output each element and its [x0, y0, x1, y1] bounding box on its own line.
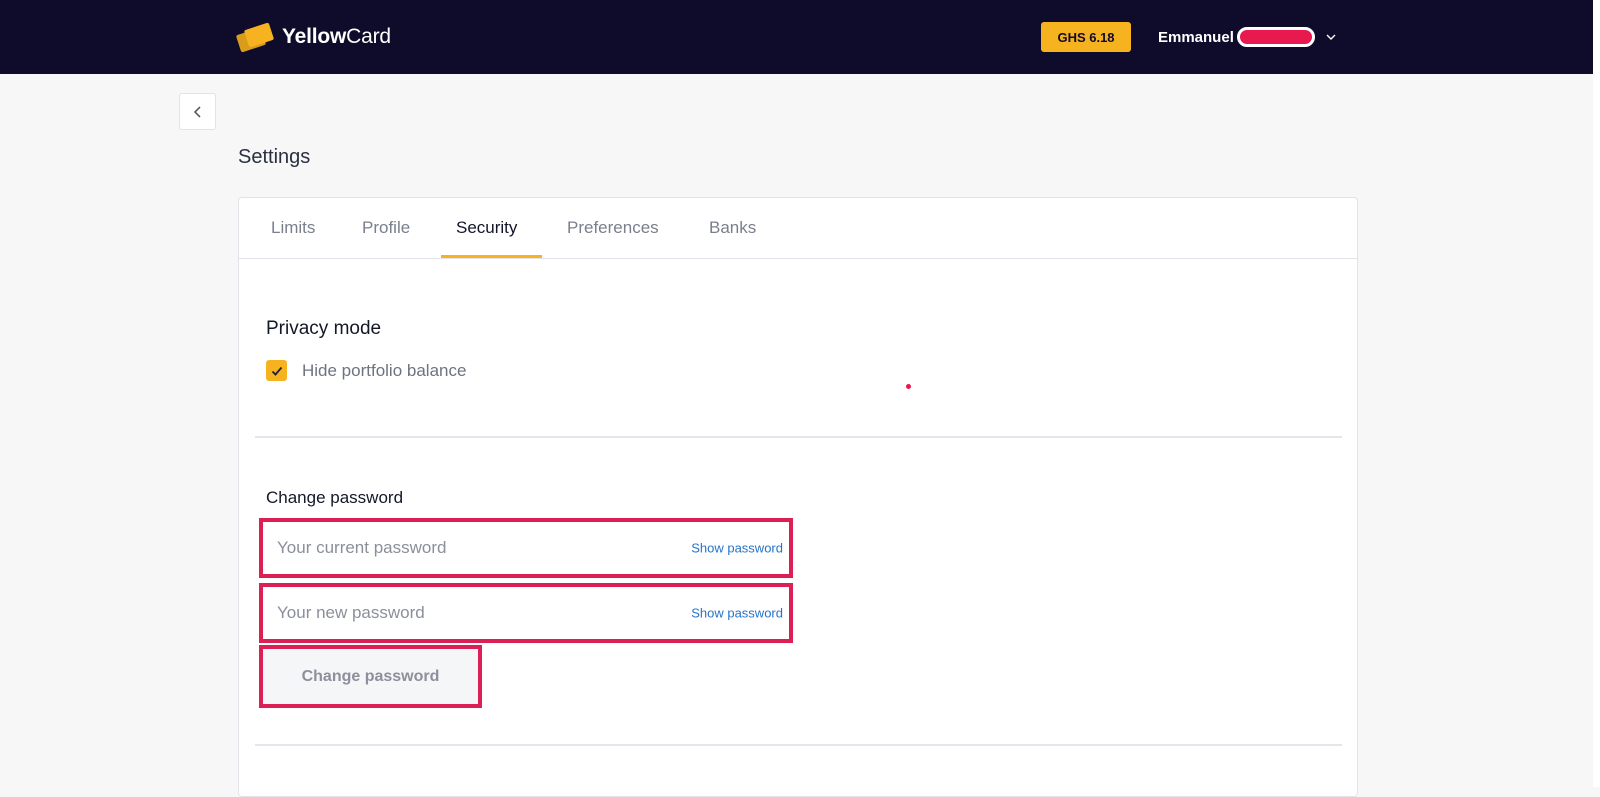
- new-password-field[interactable]: Show password: [259, 583, 793, 643]
- tab-limits[interactable]: Limits: [271, 218, 315, 238]
- mouse-cursor-indicator: [906, 384, 911, 389]
- active-tab-indicator: [441, 255, 542, 258]
- window-edge: [1593, 0, 1600, 787]
- tab-banks[interactable]: Banks: [709, 218, 756, 238]
- hide-balance-checkbox[interactable]: [266, 360, 287, 381]
- tab-profile[interactable]: Profile: [362, 218, 410, 238]
- change-password-button[interactable]: Change password: [259, 645, 482, 708]
- new-password-input[interactable]: [277, 587, 667, 639]
- checkmark-icon: [271, 366, 282, 376]
- top-navigation-bar: YellowCard GHS 6.18 Emmanuel: [0, 0, 1600, 74]
- show-current-password-link[interactable]: Show password: [691, 541, 783, 556]
- show-new-password-link[interactable]: Show password: [691, 606, 783, 621]
- chevron-left-icon: [193, 105, 201, 118]
- user-name: Emmanuel: [1158, 28, 1234, 46]
- user-menu[interactable]: Emmanuel: [1158, 21, 1337, 53]
- back-button[interactable]: [179, 93, 216, 130]
- current-password-input[interactable]: [277, 522, 667, 574]
- page-title: Settings: [238, 146, 311, 168]
- tab-preferences[interactable]: Preferences: [567, 218, 659, 238]
- privacy-mode-title: Privacy mode: [266, 318, 382, 339]
- current-password-field[interactable]: Show password: [259, 518, 793, 578]
- tab-security[interactable]: Security: [456, 218, 517, 238]
- settings-tabs: Limits Profile Security Preferences Bank…: [239, 198, 1357, 259]
- logo-text: YellowCard: [282, 25, 391, 48]
- section-divider: [255, 436, 1342, 438]
- section-divider: [255, 744, 1342, 746]
- yellowcard-cards-icon: [235, 22, 275, 53]
- settings-card: Limits Profile Security Preferences Bank…: [238, 197, 1358, 797]
- yellowcard-logo[interactable]: YellowCard: [235, 22, 391, 53]
- hide-balance-label[interactable]: Hide portfolio balance: [302, 361, 466, 381]
- chevron-down-icon: [1326, 34, 1336, 40]
- name-redaction-mark: [1236, 27, 1315, 47]
- change-password-title: Change password: [266, 488, 404, 507]
- balance-badge[interactable]: GHS 6.18: [1041, 22, 1131, 52]
